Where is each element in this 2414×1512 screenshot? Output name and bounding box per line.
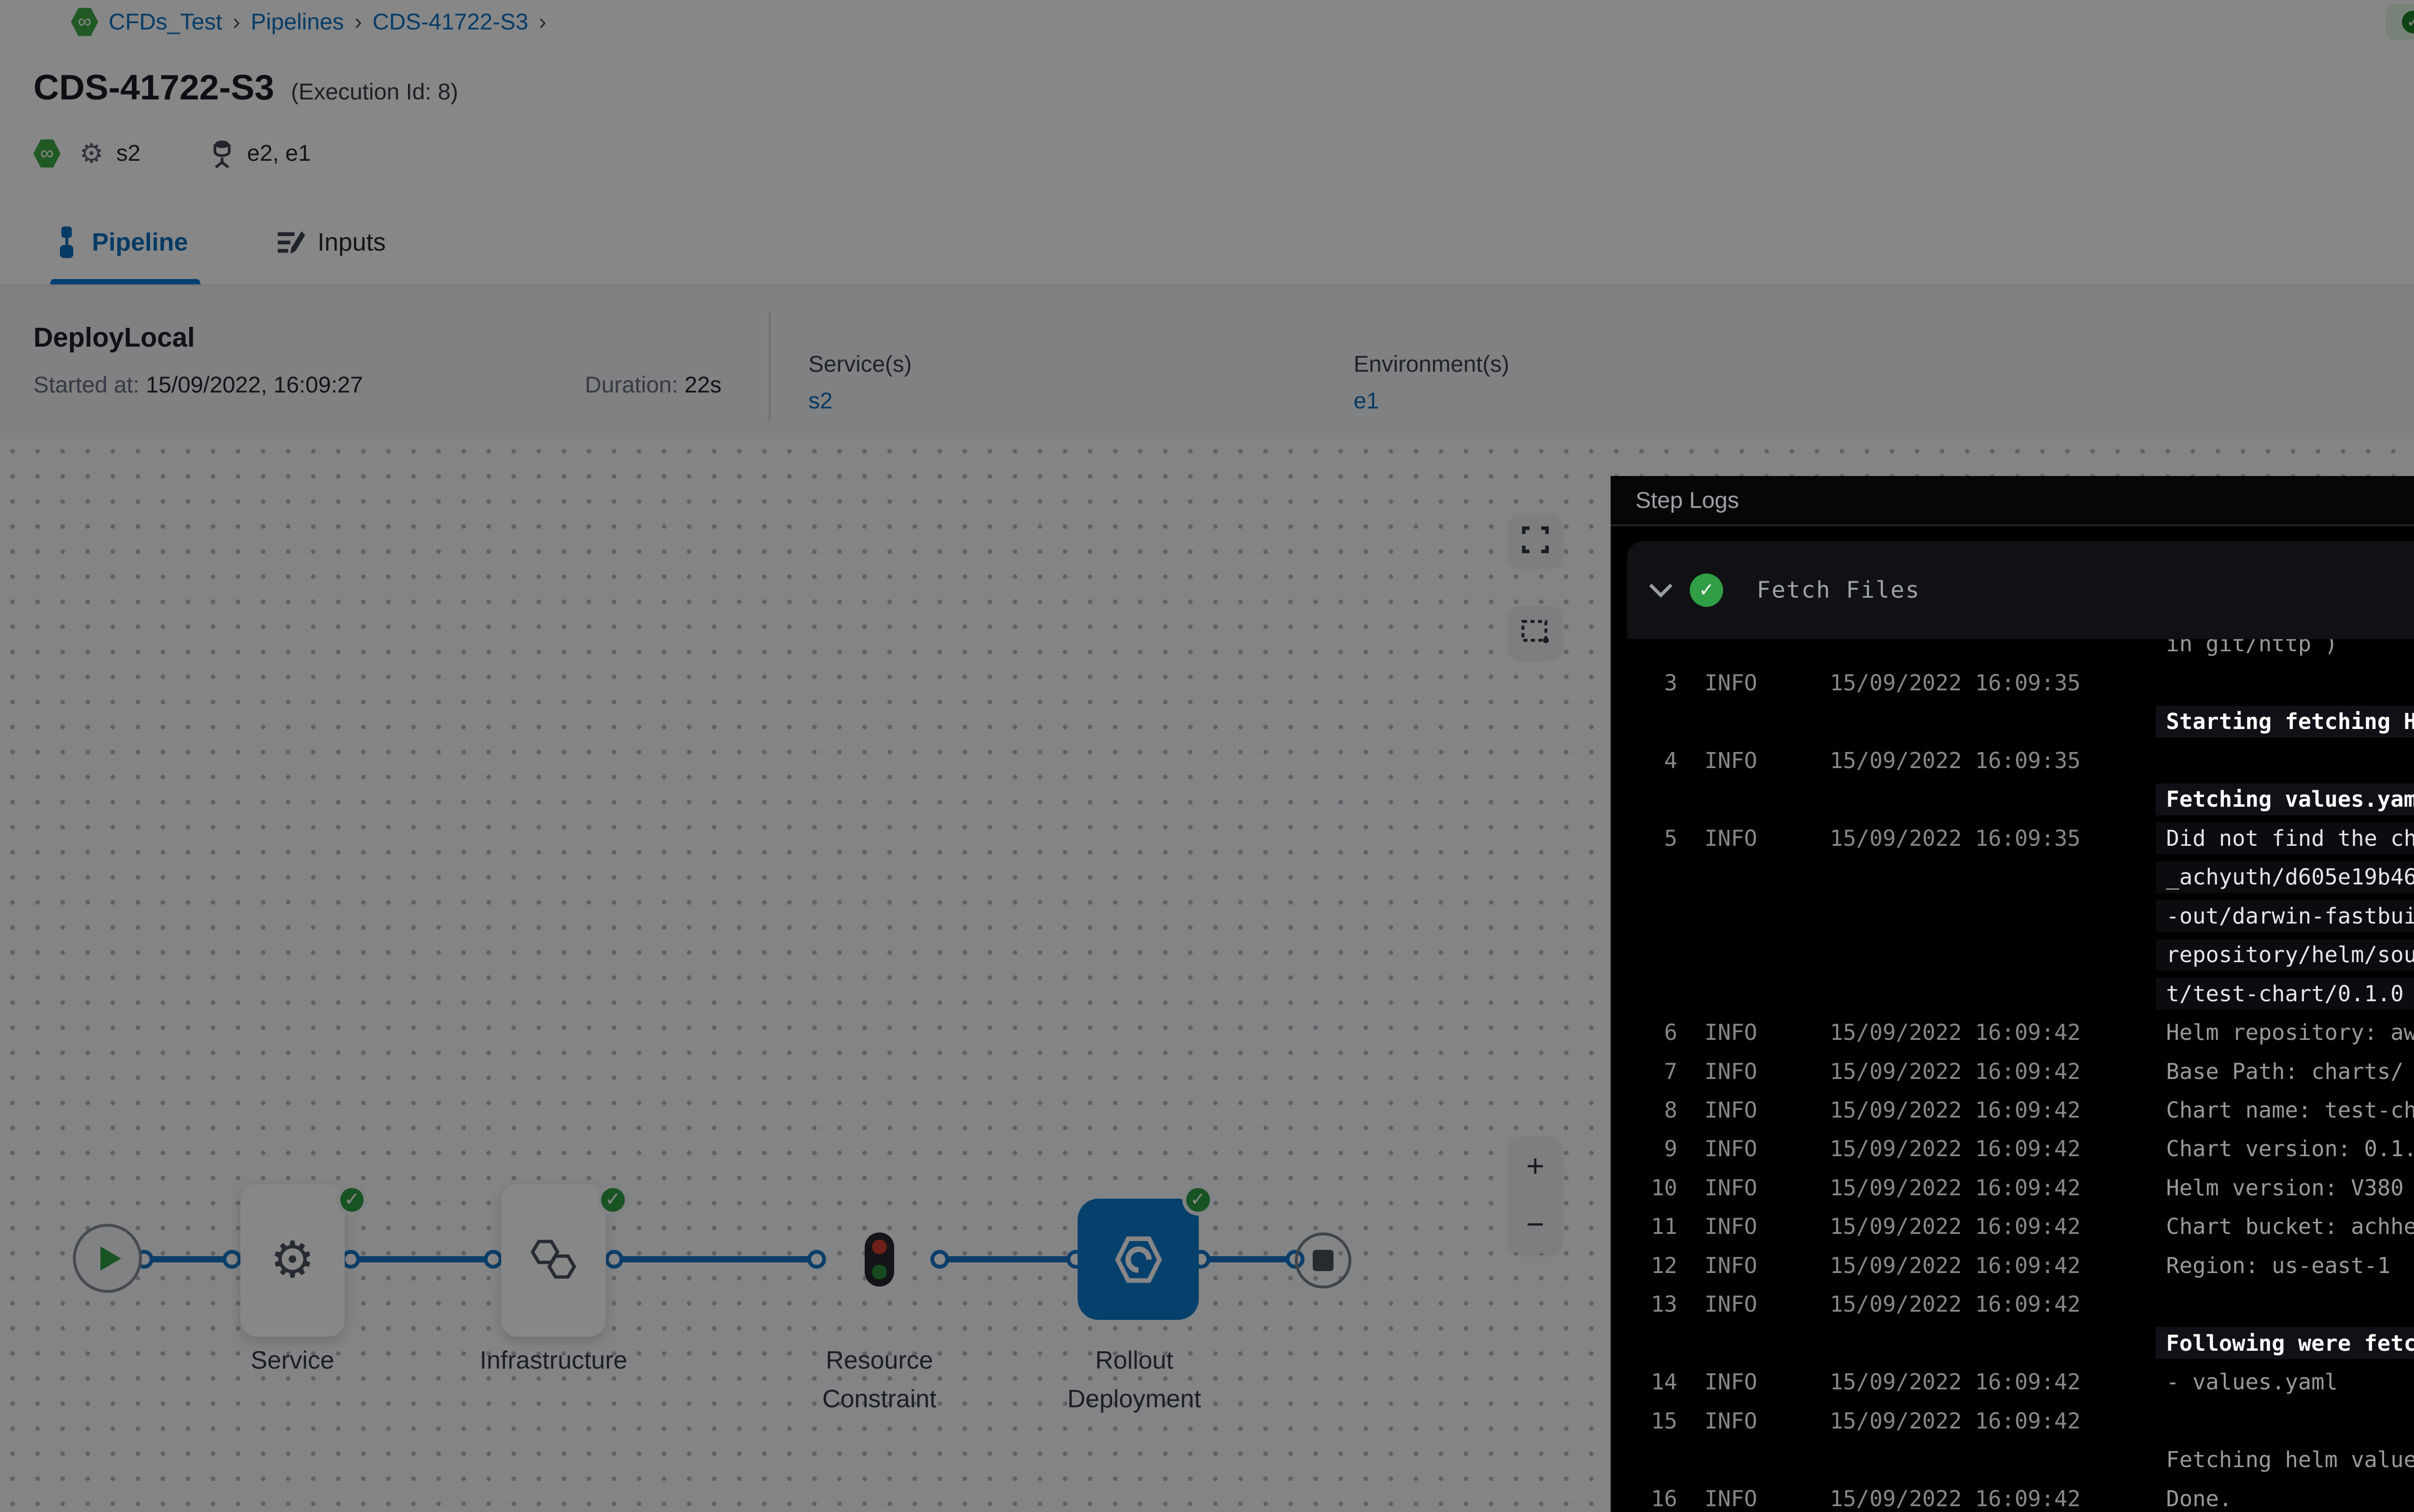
chevron-down-icon[interactable] — [1648, 582, 1673, 599]
log-line: 15INFO15/09/2022 16:09:42 — [1611, 1401, 2414, 1440]
log-line: 13INFO15/09/2022 16:09:42 — [1611, 1285, 2414, 1324]
log-line: 8INFO15/09/2022 16:09:42Chart name: test… — [1611, 1091, 2414, 1129]
log-line: _achyuth/d605e19b46448ceaacb01fb4c19633a… — [1611, 857, 2414, 896]
log-line: 5INFO15/09/2022 16:09:35Did not find the… — [1611, 819, 2414, 857]
log-line: 10INFO15/09/2022 16:09:42Helm version: V… — [1611, 1168, 2414, 1207]
step-logs-drawer: Step Logs Console View in git/http )3INF… — [1611, 476, 2414, 1512]
log-line: 14INFO15/09/2022 16:09:42- values.yaml — [1611, 1363, 2414, 1401]
step-success-icon: ✓ — [1690, 574, 1723, 607]
log-line: 12INFO15/09/2022 16:09:42Region: us-east… — [1611, 1246, 2414, 1285]
step-logs-title: Step Logs — [1636, 487, 1739, 514]
log-line: t/test-chart/0.1.0 — [1611, 974, 2414, 1013]
log-line: Fetching helm values completed successfu… — [1611, 1440, 2414, 1479]
log-line: 7INFO15/09/2022 16:09:42Base Path: chart… — [1611, 1052, 2414, 1091]
log-line: 11INFO15/09/2022 16:09:42Chart bucket: a… — [1611, 1207, 2414, 1246]
log-line: -out/darwin-fastbuild/bin/260-delegate/e… — [1611, 896, 2414, 935]
log-lines: in git/http )3INFO15/09/2022 16:09:35Sta… — [1611, 625, 2414, 1512]
log-line: 4INFO15/09/2022 16:09:35 — [1611, 741, 2414, 780]
log-line: Following were fetched successfully : — [1611, 1324, 2414, 1362]
step-section-title: Fetch Files — [1757, 577, 1921, 603]
log-line: Starting fetching Helm values — [1611, 702, 2414, 741]
step-logs-header: Step Logs Console View — [1611, 476, 2414, 526]
log-line: 6INFO15/09/2022 16:09:42Helm repository:… — [1611, 1013, 2414, 1051]
step-section-fetch-files[interactable]: ✓ Fetch Files ↑ ↓ 9s — [1627, 541, 2414, 639]
log-line: repository/helm/source/93602db7-89f2-317… — [1611, 935, 2414, 974]
log-line: 9INFO15/09/2022 16:09:42Chart version: 0… — [1611, 1130, 2414, 1168]
log-view[interactable]: in git/http )3INFO15/09/2022 16:09:35Sta… — [1611, 529, 2414, 1512]
log-line: 16INFO15/09/2022 16:09:42Done. — [1611, 1479, 2414, 1512]
log-line: Fetching values.yaml from helm chart rep… — [1611, 780, 2414, 818]
log-line: 3INFO15/09/2022 16:09:35 — [1611, 663, 2414, 702]
